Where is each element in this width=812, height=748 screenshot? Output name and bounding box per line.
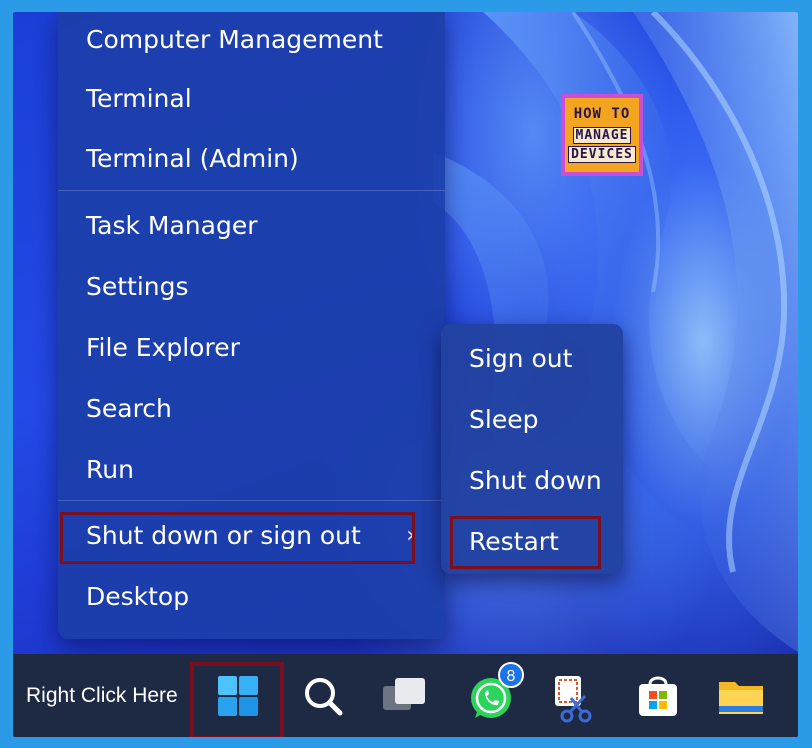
task-view-icon[interactable] <box>377 668 433 724</box>
file-explorer-icon[interactable] <box>713 668 769 724</box>
right-click-here-label: Right Click Here <box>26 684 178 707</box>
submenu-item-sign-out[interactable]: Sign out <box>441 331 623 387</box>
how-to-manage-devices-logo: HOW TO MANAGE DEVICES <box>561 94 643 176</box>
menu-separator <box>58 190 445 191</box>
menu-item-task-manager[interactable]: Task Manager <box>58 198 445 254</box>
menu-separator <box>58 500 445 501</box>
search-icon[interactable] <box>295 668 351 724</box>
logo-top-text: HOW TO <box>573 106 631 122</box>
desktop-screen: HOW TO MANAGE DEVICES Computer Managemen… <box>13 12 798 737</box>
winx-context-menu: Computer Management Terminal Terminal (A… <box>58 12 445 639</box>
logo-line2: DEVICES <box>568 146 636 163</box>
shutdown-submenu: Sign out Sleep Shut down Restart <box>441 324 623 574</box>
menu-item-terminal[interactable]: Terminal <box>58 71 445 127</box>
logo-line1: MANAGE <box>572 127 632 144</box>
whatsapp-icon[interactable]: 8 <box>463 662 524 724</box>
menu-item-settings[interactable]: Settings <box>58 259 445 315</box>
microsoft-store-icon[interactable] <box>630 668 686 724</box>
menu-item-file-explorer[interactable]: File Explorer <box>58 320 445 376</box>
notification-badge: 8 <box>498 662 524 688</box>
submenu-item-shut-down[interactable]: Shut down <box>441 453 623 509</box>
snipping-tool-icon[interactable] <box>545 668 601 724</box>
menu-item-search[interactable]: Search <box>58 381 445 437</box>
menu-item-terminal-admin[interactable]: Terminal (Admin) <box>58 131 445 187</box>
highlight-box-start-button <box>190 662 284 737</box>
menu-item-computer-management[interactable]: Computer Management <box>58 12 445 68</box>
taskbar: Right Click Here 8 <box>13 654 798 737</box>
highlight-box-restart <box>450 516 601 569</box>
menu-item-run[interactable]: Run <box>58 442 445 498</box>
highlight-box-shut-down <box>60 512 415 564</box>
submenu-item-sleep[interactable]: Sleep <box>441 392 623 448</box>
menu-item-desktop[interactable]: Desktop <box>58 569 445 625</box>
